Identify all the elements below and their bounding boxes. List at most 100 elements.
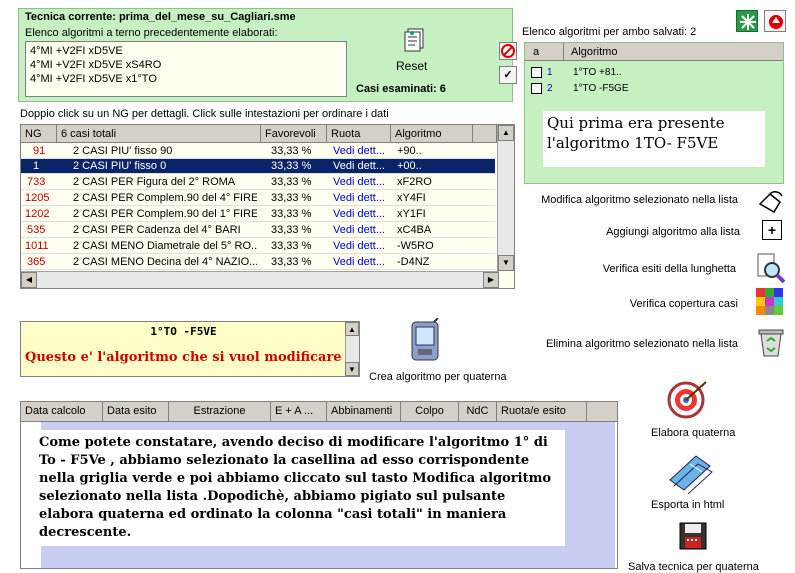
table-row[interactable]: 91 2 CASI PIU' fisso 90 33,33 % Vedi det… [21, 144, 495, 159]
grid-horizontal-scrollbar[interactable]: ◀ ▶ [21, 271, 499, 288]
table-row[interactable]: 365 2 CASI MENO Decina del 4° NAZIO... 3… [21, 255, 495, 270]
cell-ruota-link[interactable]: Vedi dett... [333, 191, 385, 206]
explanation-note: Come potete constatare, avendo deciso di… [35, 430, 565, 546]
algo-row[interactable]: 2 1°TO -F5GE [527, 81, 777, 97]
technique-panel: Tecnica corrente: prima_del_mese_su_Cagl… [18, 8, 513, 102]
scroll-down-icon[interactable]: ▼ [498, 255, 514, 271]
add-algo-label[interactable]: Aggiungi algoritmo alla lista [520, 226, 740, 238]
elabora-quaterna-button[interactable]: Elabora quaterna [651, 427, 735, 439]
col-header-spacer [473, 125, 497, 143]
algo-col-a[interactable]: a [533, 46, 539, 58]
esporta-html-button[interactable]: Esporta in html [651, 499, 724, 511]
reset-button[interactable]: Reset [396, 59, 427, 73]
cell-ruota-link[interactable]: Vedi dett... [333, 207, 385, 222]
col-header-ndc[interactable]: NdC [459, 402, 497, 421]
delete-algo-label[interactable]: Elimina algoritmo selezionato nella list… [520, 338, 738, 350]
table-row[interactable]: 733 2 CASI PER Figura del 2° ROMA 33,33 … [21, 175, 495, 190]
cell-algoritmo: -W5RO [397, 240, 434, 252]
modify-algo-label[interactable]: Modifica algoritmo selezionato nella lis… [520, 194, 738, 206]
col-header-data-esito[interactable]: Data esito [103, 402, 169, 421]
modify-icon[interactable] [756, 186, 786, 216]
color-grid-icon[interactable] [755, 287, 785, 317]
cell-ng: 1202 [25, 208, 50, 220]
add-icon[interactable]: + [762, 220, 782, 240]
save-disk-icon[interactable] [678, 521, 708, 551]
algo-number: 2 [547, 83, 553, 94]
col-header-data-calcolo[interactable]: Data calcolo [21, 402, 103, 421]
cell-casi: 2 CASI MENO Decina del 4° NAZIO... [73, 256, 257, 268]
col-header-favorevoli[interactable]: Favorevoli [261, 125, 327, 143]
scroll-right-icon[interactable]: ▶ [483, 272, 499, 288]
technique-algo-list[interactable]: 4°MI +V2FI xD5VE 4°MI +V2FI xD5VE xS4RO … [25, 41, 347, 97]
books-icon[interactable] [666, 450, 716, 495]
col-header-abbinamenti[interactable]: Abbinamenti [327, 402, 401, 421]
cell-ng: 365 [27, 256, 46, 268]
saved-algo-panel: a Algoritmo 1 1°TO +81.. 2 1°TO -F5GE Qu… [524, 42, 784, 184]
col-header-ruota[interactable]: Ruota [327, 125, 391, 143]
list-item[interactable]: 4°MI +V2FI xD5VE xS4RO [30, 58, 342, 72]
recycle-bin-icon[interactable] [756, 326, 786, 357]
editor-scrollbar[interactable]: ▲ ▼ [345, 322, 359, 376]
quaterna-results-grid[interactable]: Data calcolo Data esito Estrazione E + A… [20, 401, 618, 569]
algo-col-algoritmo[interactable]: Algoritmo [571, 46, 617, 58]
col-header-ruota-esito[interactable]: Ruota/e esito [497, 402, 587, 421]
cell-ng: 535 [27, 224, 46, 236]
cell-ruota-link[interactable]: Vedi dett... [333, 223, 385, 238]
algo-name: 1°TO -F5GE [573, 83, 629, 94]
col-header-estrazione[interactable]: Estrazione [169, 402, 271, 421]
list-item[interactable]: 4°MI +V2FI xD5VE [30, 44, 342, 58]
algo-checkbox[interactable] [531, 67, 542, 78]
results-grid[interactable]: NG 6 casi totali Favorevoli Ruota Algori… [20, 124, 515, 289]
scroll-up-icon[interactable]: ▲ [498, 125, 514, 141]
salva-tecnica-button[interactable]: Salva tecnica per quaterna [628, 561, 759, 573]
col-header-casi[interactable]: 6 casi totali [57, 125, 261, 143]
scroll-down-icon[interactable]: ▼ [345, 362, 359, 376]
col-header-algoritmo[interactable]: Algoritmo [391, 125, 473, 143]
cell-casi: 2 CASI PIU' fisso 90 [73, 145, 173, 157]
pda-icon[interactable] [404, 317, 444, 364]
cell-ruota-link[interactable]: Vedi dett... [333, 239, 385, 254]
cell-casi: 2 CASI PER Complem.90 del 1° FIRE... [73, 208, 257, 220]
table-row[interactable]: 1011 2 CASI MENO Diametrale del 5° RO...… [21, 239, 495, 254]
algo-editor[interactable]: 1°TO -F5VE Questo e' l'algoritmo che si … [20, 321, 360, 377]
col-header-colpo[interactable]: Colpo [401, 402, 459, 421]
scroll-up-icon[interactable]: ▲ [345, 322, 359, 336]
cell-casi: 2 CASI PIU' fisso 0 [73, 160, 167, 172]
list-item[interactable]: 4°MI +V2FI xD5VE x1°TO [30, 72, 342, 86]
grid-vertical-scrollbar[interactable]: ▲ ▼ [497, 125, 514, 271]
algo-row[interactable]: 1 1°TO +81.. [527, 65, 777, 81]
cell-favorevoli: 33,33 % [271, 176, 312, 188]
col-header-ea[interactable]: E + A ... [271, 402, 327, 421]
no-entry-icon[interactable] [499, 42, 517, 60]
ambo-icon[interactable] [736, 10, 758, 32]
col-header-ng[interactable]: NG [21, 125, 57, 143]
verify-copertura-label[interactable]: Verifica copertura casi [520, 298, 738, 310]
algo-formula[interactable]: 1°TO -F5VE [21, 325, 346, 338]
cell-favorevoli: 33,33 % [271, 256, 312, 268]
cell-ruota-link[interactable]: Vedi dett... [333, 255, 385, 270]
algo-checkbox[interactable] [531, 83, 542, 94]
cell-ruota-link[interactable]: Vedi dett... [333, 159, 385, 174]
table-row[interactable]: 1205 2 CASI PER Complem.90 del 4° FIRE..… [21, 191, 495, 206]
cell-ruota-link[interactable]: Vedi dett... [333, 175, 385, 190]
annotation-note: Qui prima era presente l'algoritmo 1TO- … [543, 111, 765, 167]
table-row-selected[interactable]: 1 2 CASI PIU' fisso 0 33,33 % Vedi dett.… [21, 159, 495, 174]
table-row[interactable]: 1202 2 CASI PER Complem.90 del 1° FIRE..… [21, 207, 495, 222]
cell-favorevoli: 33,33 % [271, 208, 312, 220]
reset-icon[interactable] [402, 27, 428, 53]
target-icon[interactable] [666, 376, 710, 420]
cell-ng: 733 [27, 176, 46, 188]
checkmark-icon[interactable]: ✓ [499, 66, 517, 84]
scroll-left-icon[interactable]: ◀ [21, 272, 37, 288]
grid-instructions: Doppio click su un NG per dettagli. Clic… [20, 108, 389, 120]
create-algo-label[interactable]: Crea algoritmo per quaterna [369, 371, 507, 383]
cell-casi: 2 CASI PER Cadenza del 4° BARI [73, 224, 241, 236]
cell-ruota-link[interactable]: Vedi dett... [333, 144, 385, 159]
bottom-grid-body: Come potete constatare, avendo deciso di… [35, 422, 615, 568]
cell-ng: 1011 [25, 240, 49, 252]
cell-algoritmo: xY1FI [397, 208, 426, 220]
verify-esiti-label[interactable]: Verifica esiti della lunghetta [520, 263, 736, 275]
table-row[interactable]: 535 2 CASI PER Cadenza del 4° BARI 33,33… [21, 223, 495, 238]
up-arrow-icon[interactable] [764, 10, 786, 32]
magnifier-icon[interactable] [754, 252, 786, 284]
